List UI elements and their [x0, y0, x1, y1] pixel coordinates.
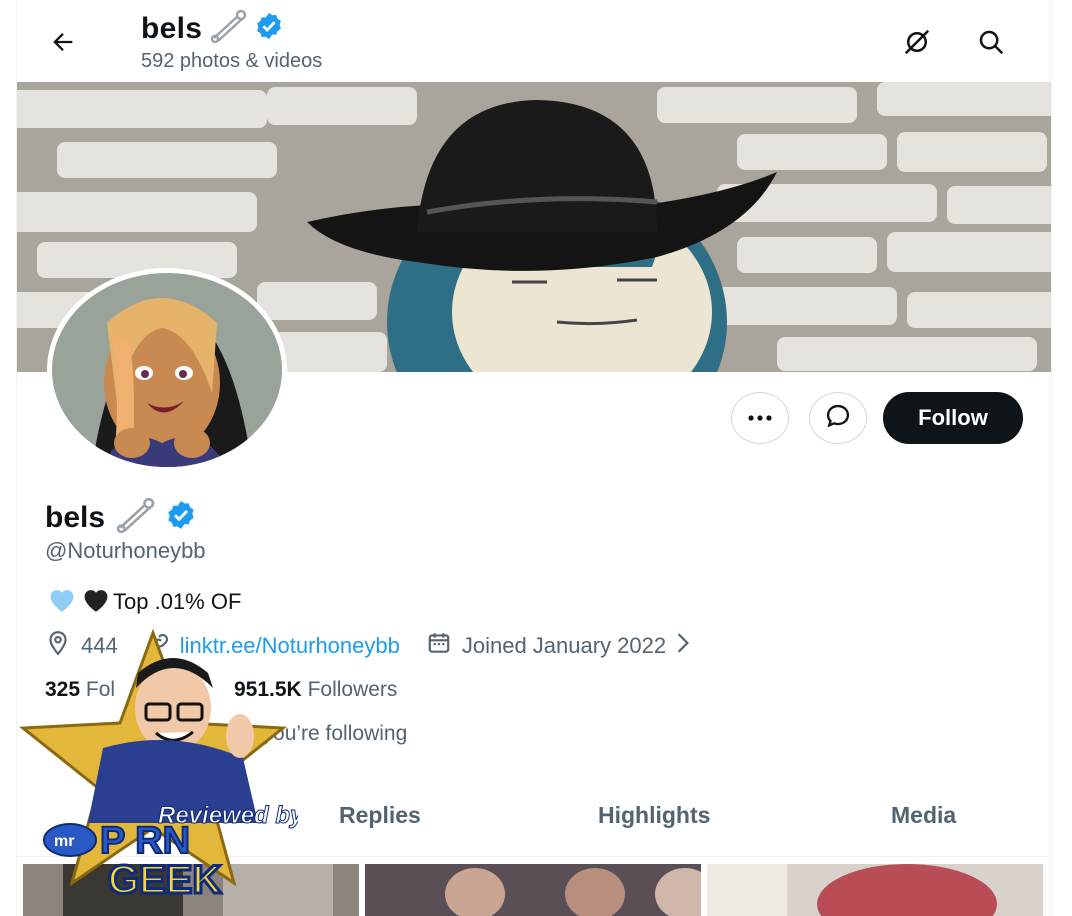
avatar-image	[52, 273, 282, 467]
badge-brand-prefix: mr	[54, 833, 74, 850]
heart-black-icon	[79, 585, 113, 619]
message-button[interactable]	[809, 392, 867, 444]
calendar-icon	[426, 630, 452, 662]
header-display-name: bels	[141, 11, 203, 45]
profile-name-row: bels	[45, 496, 197, 539]
verified-badge-icon[interactable]	[165, 499, 197, 536]
chevron-right-icon[interactable]	[674, 632, 692, 660]
more-button[interactable]	[731, 392, 789, 444]
badge-brand-word1: P RN	[100, 820, 190, 862]
profile-handle: @Noturhoneybb	[45, 538, 206, 563]
back-arrow-icon[interactable]	[47, 26, 79, 58]
more-icon	[747, 409, 773, 427]
tab-highlights[interactable]: Highlights	[598, 802, 710, 829]
search-icon[interactable]	[971, 22, 1011, 62]
hide-icon[interactable]	[897, 22, 937, 62]
tab-replies[interactable]: Replies	[339, 802, 421, 829]
media-count: 592 photos & videos	[141, 50, 323, 72]
followers-label: Followers	[307, 678, 398, 701]
profile-avatar[interactable]	[47, 268, 287, 472]
media-thumbnail[interactable]	[365, 864, 701, 916]
bio-text: Top .01% OF	[113, 589, 242, 614]
badge-brand-word2: GEEK	[108, 858, 221, 902]
verified-badge-icon	[254, 11, 284, 46]
tab-media[interactable]: Media	[891, 802, 956, 829]
profile-header: bels 592 photos & videos	[17, 0, 1051, 82]
joined-date[interactable]: Joined January 2022	[462, 633, 666, 659]
header-title: bels	[141, 8, 284, 49]
message-icon	[824, 402, 852, 435]
reviewed-badge-overlay: Reviewed by mr P RN GEEK	[8, 628, 306, 908]
profile-display-name: bels	[45, 500, 106, 534]
media-thumbnail[interactable]	[707, 864, 1043, 916]
heart-blue-icon	[45, 585, 79, 619]
profile-bio: Top .01% OF	[45, 585, 241, 619]
safety-pin-icon	[113, 496, 157, 539]
safety-pin-icon	[208, 8, 248, 49]
follow-button[interactable]: Follow	[883, 392, 1023, 444]
